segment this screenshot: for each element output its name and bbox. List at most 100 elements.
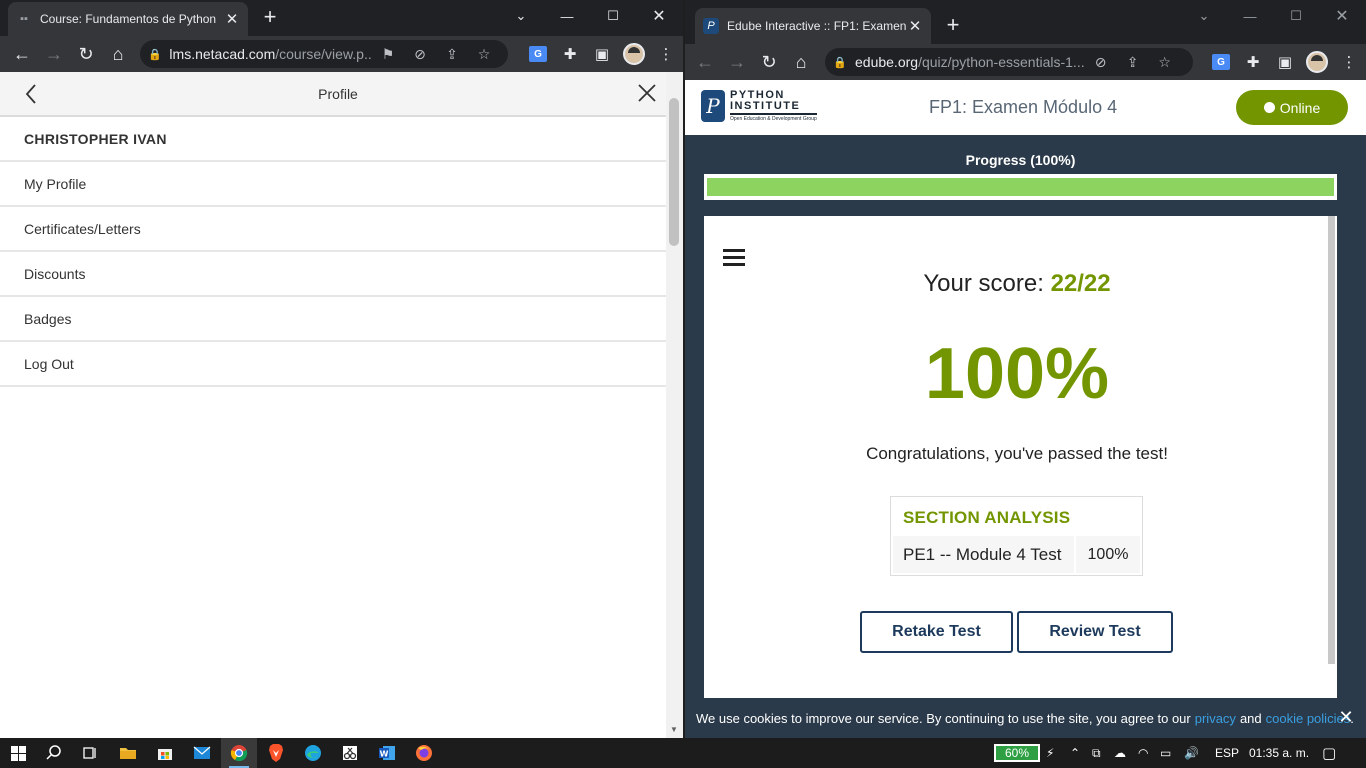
tab-search-icon[interactable]: ⌄ <box>1181 0 1227 32</box>
python-institute-logo[interactable]: P PYTHON INSTITUTE Open Education & Deve… <box>701 90 817 122</box>
right-browser-window: P Edube Interactive :: FP1: Examen M ✕ +… <box>685 0 1366 738</box>
close-icon[interactable] <box>634 80 660 106</box>
microsoft-store-icon[interactable] <box>147 738 183 768</box>
word-icon[interactable]: W <box>369 738 405 768</box>
google-translate-extension-icon[interactable]: G <box>522 38 554 70</box>
menu-item-log-out[interactable]: Log Out <box>0 342 666 387</box>
show-hidden-icons-icon[interactable]: ⌃ <box>1070 738 1084 768</box>
new-tab-icon[interactable]: + <box>258 6 282 30</box>
scroll-down-arrow-icon[interactable]: ▼ <box>670 725 678 734</box>
close-tab-icon[interactable]: ✕ <box>907 17 923 35</box>
profile-avatar[interactable] <box>1301 46 1333 78</box>
firefox-icon[interactable] <box>406 738 442 768</box>
back-icon[interactable]: ← <box>689 46 721 78</box>
bookmark-star-icon[interactable]: ☆ <box>1149 54 1181 71</box>
netacad-profile-page: Profile CHRISTOPHER IVAN My Profile Cert… <box>0 72 683 738</box>
svg-text:W: W <box>380 750 389 759</box>
chrome-taskbar-icon[interactable] <box>221 738 257 768</box>
onedrive-cloud-icon[interactable]: ☁ <box>1114 738 1132 768</box>
brave-browser-icon[interactable] <box>258 738 294 768</box>
online-status-button[interactable]: Online <box>1236 90 1348 125</box>
tab-edube-exam[interactable]: P Edube Interactive :: FP1: Examen M ✕ <box>695 8 931 44</box>
cookie-text: We use cookies to improve our service. B… <box>696 710 1191 726</box>
file-explorer-icon[interactable] <box>110 738 146 768</box>
battery-indicator[interactable]: 60% <box>994 744 1040 762</box>
translate-page-icon[interactable]: ⚑ <box>372 46 404 63</box>
reload-icon[interactable]: ↻ <box>70 38 102 70</box>
card-scrollbar[interactable] <box>1328 216 1335 664</box>
maximize-icon[interactable]: ☐ <box>590 0 636 32</box>
home-icon[interactable]: ⌂ <box>102 38 134 70</box>
address-bar[interactable]: 🔒 edube.org /quiz/python-essentials-1...… <box>825 48 1193 76</box>
forward-icon[interactable]: → <box>721 46 753 78</box>
logo-wordmark: PYTHON INSTITUTE Open Education & Develo… <box>730 90 817 122</box>
tab-title: Edube Interactive :: FP1: Examen M <box>727 19 907 33</box>
close-cookie-banner-icon[interactable]: ✕ <box>1336 707 1356 727</box>
start-button[interactable] <box>0 738 36 768</box>
minimize-icon[interactable]: — <box>544 0 590 32</box>
power-plug-icon: ⚡ <box>1046 746 1055 760</box>
progress-bar-fill <box>707 178 1334 196</box>
menu-item-my-profile[interactable]: My Profile <box>0 162 666 207</box>
battery-icon[interactable]: ▭ <box>1160 738 1176 768</box>
minimize-icon[interactable]: — <box>1227 0 1273 32</box>
bookmark-star-icon[interactable]: ☆ <box>468 46 500 63</box>
clock[interactable]: 01:35 a. m. <box>1249 738 1313 768</box>
share-icon[interactable]: ⇪ <box>436 46 468 63</box>
review-test-button[interactable]: Review Test <box>1017 611 1173 653</box>
score-label: Your score: <box>923 270 1044 297</box>
share-icon[interactable]: ⇪ <box>1117 54 1149 71</box>
home-icon[interactable]: ⌂ <box>785 46 817 78</box>
back-icon[interactable]: ← <box>6 38 38 70</box>
page-scrollbar[interactable]: ▼ <box>666 72 683 738</box>
usb-device-icon[interactable]: ⧉ <box>1092 738 1108 768</box>
tracking-off-icon[interactable]: ⊘ <box>404 46 436 63</box>
menu-item-discounts[interactable]: Discounts <box>0 252 666 297</box>
profile-avatar[interactable] <box>618 38 650 70</box>
notifications-icon[interactable]: ▢ <box>1322 738 1346 768</box>
left-browser-window: ▪▪ Course: Fundamentos de Python ✕ + ⌄ —… <box>0 0 683 738</box>
menu-item-badges[interactable]: Badges <box>0 297 666 342</box>
extensions-puzzle-icon[interactable]: ✚ <box>554 38 586 70</box>
menu-item-certificates[interactable]: Certificates/Letters <box>0 207 666 252</box>
wifi-icon[interactable]: ◠ <box>1138 738 1154 768</box>
chrome-menu-icon[interactable]: ⋮ <box>650 38 682 70</box>
tab-search-icon[interactable]: ⌄ <box>498 0 544 32</box>
page-title: FP1: Examen Módulo 4 <box>929 97 1118 117</box>
retake-test-button[interactable]: Retake Test <box>860 611 1013 653</box>
windows-logo-icon <box>10 745 26 761</box>
hamburger-menu-icon[interactable] <box>723 249 745 267</box>
privacy-link[interactable]: privacy <box>1195 711 1236 726</box>
side-panel-icon[interactable]: ▣ <box>586 38 618 70</box>
close-window-icon[interactable]: ✕ <box>1319 0 1365 32</box>
python-institute-logo-mark: P <box>701 90 725 122</box>
task-view-icon[interactable] <box>72 738 108 768</box>
desktop: ▪▪ Course: Fundamentos de Python ✕ + ⌄ —… <box>0 0 1366 768</box>
reload-icon[interactable]: ↻ <box>753 46 785 78</box>
new-tab-icon[interactable]: + <box>941 14 965 38</box>
mail-icon[interactable] <box>184 738 220 768</box>
tab-title: Course: Fundamentos de Python <box>40 12 217 26</box>
table-row: PE1 -- Module 4 Test 100% <box>893 536 1140 573</box>
progress-bar <box>704 174 1337 200</box>
forward-icon[interactable]: → <box>38 38 70 70</box>
volume-icon[interactable]: 🔊 <box>1184 738 1204 768</box>
close-window-icon[interactable]: ✕ <box>636 0 682 32</box>
maximize-icon[interactable]: ☐ <box>1273 0 1319 32</box>
profile-menu: CHRISTOPHER IVAN My Profile Certificates… <box>0 117 666 387</box>
search-icon[interactable] <box>36 738 72 768</box>
input-language[interactable]: ESP <box>1215 738 1241 768</box>
snipping-tool-icon[interactable] <box>332 738 368 768</box>
close-tab-icon[interactable]: ✕ <box>224 10 240 28</box>
address-bar[interactable]: 🔒 lms.netacad.com /course/view.p... ⚑ ⊘ … <box>140 40 508 68</box>
scrollbar-thumb[interactable] <box>669 98 679 246</box>
tracking-off-icon[interactable]: ⊘ <box>1085 54 1117 71</box>
google-translate-extension-icon[interactable]: G <box>1205 46 1237 78</box>
edge-browser-icon[interactable] <box>295 738 331 768</box>
score-percent: 100% <box>924 334 1110 414</box>
side-panel-icon[interactable]: ▣ <box>1269 46 1301 78</box>
chrome-menu-icon[interactable]: ⋮ <box>1333 46 1365 78</box>
section-analysis-table: SECTION ANALYSIS PE1 -- Module 4 Test 10… <box>890 496 1143 576</box>
tab-netacad-course[interactable]: ▪▪ Course: Fundamentos de Python ✕ <box>8 2 248 36</box>
extensions-puzzle-icon[interactable]: ✚ <box>1237 46 1269 78</box>
